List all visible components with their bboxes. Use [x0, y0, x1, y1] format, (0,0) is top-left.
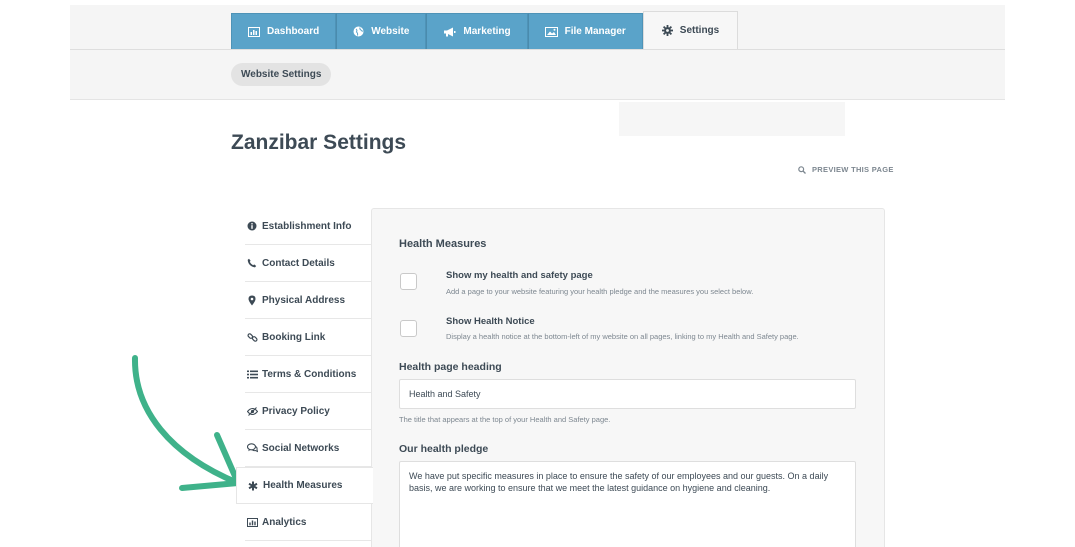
health-pledge-textarea[interactable]: We have put specific measures in place t… — [399, 461, 856, 547]
sidebar-item-analytics[interactable]: Analytics — [245, 504, 372, 541]
sidebar-item-health-measures[interactable]: Health Measures — [236, 467, 373, 504]
show-health-page-desc: Add a page to your website featuring you… — [446, 287, 754, 296]
page: Dashboard Website Marketing File Manager… — [0, 0, 1075, 547]
tab-label: File Manager — [564, 26, 626, 37]
sidebar-item-label: Health Measures — [263, 480, 343, 491]
health-measures-panel: Health Measures Show my health and safet… — [371, 208, 885, 547]
health-heading-input[interactable]: Health and Safety — [399, 379, 856, 409]
sidebar-item-establishment-info[interactable]: Establishment Info — [245, 208, 372, 245]
heading-help-text: The title that appears at the top of you… — [399, 415, 611, 424]
tab-dashboard[interactable]: Dashboard — [231, 13, 337, 49]
tab-label: Dashboard — [267, 26, 320, 37]
tab-divider — [70, 49, 1005, 50]
asterisk-icon — [247, 481, 259, 491]
preview-link[interactable]: PREVIEW THIS PAGE — [798, 165, 894, 174]
tab-file-manager[interactable]: File Manager — [527, 13, 643, 49]
section-title: Health Measures — [399, 238, 487, 250]
pledge-field-label: Our health pledge — [399, 443, 489, 455]
tab-label: Website — [371, 26, 410, 37]
sidebar-item-physical-address[interactable]: Physical Address — [245, 282, 372, 319]
info-icon — [246, 221, 258, 231]
sidebar-item-label: Establishment Info — [262, 220, 352, 232]
tab-settings[interactable]: Settings — [642, 11, 739, 49]
tab-label: Marketing — [463, 26, 511, 37]
bar-chart-icon — [246, 517, 258, 527]
megaphone-icon — [443, 27, 456, 37]
main-tabs: Dashboard Website Marketing File Manager… — [231, 11, 739, 49]
sidebar-item-label: Physical Address — [262, 294, 346, 306]
tab-website[interactable]: Website — [336, 13, 427, 49]
show-health-notice-desc: Display a health notice at the bottom-le… — [446, 332, 799, 341]
search-icon — [798, 165, 806, 174]
globe-icon — [353, 26, 364, 37]
sidebar-item-contact-details[interactable]: Contact Details — [245, 245, 372, 282]
bar-chart-icon — [248, 26, 260, 37]
phone-icon — [246, 258, 258, 268]
tab-label: Settings — [679, 25, 720, 36]
show-health-notice-checkbox[interactable] — [400, 320, 417, 337]
show-health-page-label: Show my health and safety page — [446, 270, 593, 281]
page-title: Zanzibar Settings — [231, 131, 407, 154]
preview-label: PREVIEW THIS PAGE — [812, 165, 894, 174]
gear-icon — [661, 25, 673, 36]
map-pin-icon — [246, 295, 258, 306]
show-health-page-checkbox[interactable] — [400, 273, 417, 290]
placeholder-box — [619, 102, 845, 136]
website-settings-pill[interactable]: Website Settings — [231, 63, 332, 86]
tab-marketing[interactable]: Marketing — [426, 13, 528, 49]
sidebar-item-label: Contact Details — [262, 257, 335, 269]
show-health-notice-label: Show Health Notice — [446, 316, 535, 327]
image-icon — [544, 26, 558, 37]
link-icon — [246, 332, 258, 343]
sidebar-item-label: Analytics — [262, 516, 307, 528]
sidebar-item-label: Booking Link — [262, 331, 326, 343]
heading-field-label: Health page heading — [399, 361, 502, 373]
